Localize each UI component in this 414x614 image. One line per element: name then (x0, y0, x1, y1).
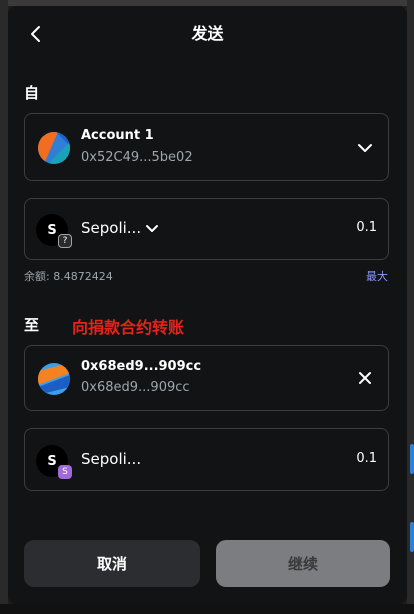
continue-button[interactable]: 继续 (216, 540, 390, 587)
background-scroll-marker (410, 444, 414, 474)
token-name[interactable]: Sepoli... (81, 219, 141, 237)
balance-text: 余额: 8.4872424 (24, 270, 113, 283)
asset-amount-card: S ? Sepoli... 0.1 (24, 198, 389, 260)
from-label: 自 (24, 84, 40, 102)
recipient-avatar (38, 363, 70, 395)
recipient-address: 0x68ed9...909cc (81, 380, 190, 395)
send-dialog: 发送 自 Account 1 0x52C49...5be02 S ? Sepol… (8, 6, 407, 604)
from-account-selector[interactable]: Account 1 0x52C49...5be02 (24, 113, 389, 181)
recipient-name: 0x68ed9...909cc (81, 359, 202, 374)
background-app-left-edge (0, 0, 8, 614)
account-avatar (38, 132, 70, 164)
background-app-right-edge (407, 0, 414, 614)
amount-input[interactable]: 0.1 (325, 220, 377, 235)
close-icon[interactable] (357, 370, 373, 386)
max-button[interactable]: 最大 (366, 268, 388, 284)
network-unknown-icon: ? (58, 234, 72, 248)
receive-asset-card: S S Sepoli... 0.1 (24, 428, 389, 491)
to-label: 至 (24, 316, 40, 334)
dialog-header: 发送 (8, 6, 407, 62)
cancel-button[interactable]: 取消 (24, 540, 200, 587)
account-name: Account 1 (81, 128, 154, 143)
annotation-note: 向捐款合约转账 (72, 318, 185, 337)
chevron-down-icon[interactable] (355, 138, 375, 158)
background-scroll-marker (410, 522, 414, 552)
token-name: Sepoli... (81, 450, 142, 468)
page-title: 发送 (191, 24, 224, 43)
network-badge-icon: S (58, 465, 72, 479)
account-address: 0x52C49...5be02 (81, 150, 193, 165)
chevron-down-icon[interactable] (143, 220, 161, 238)
receive-amount: 0.1 (356, 451, 377, 466)
recipient-card[interactable]: 0x68ed9...909cc 0x68ed9...909cc (24, 345, 389, 411)
background-app-bottom-edge (0, 604, 414, 614)
